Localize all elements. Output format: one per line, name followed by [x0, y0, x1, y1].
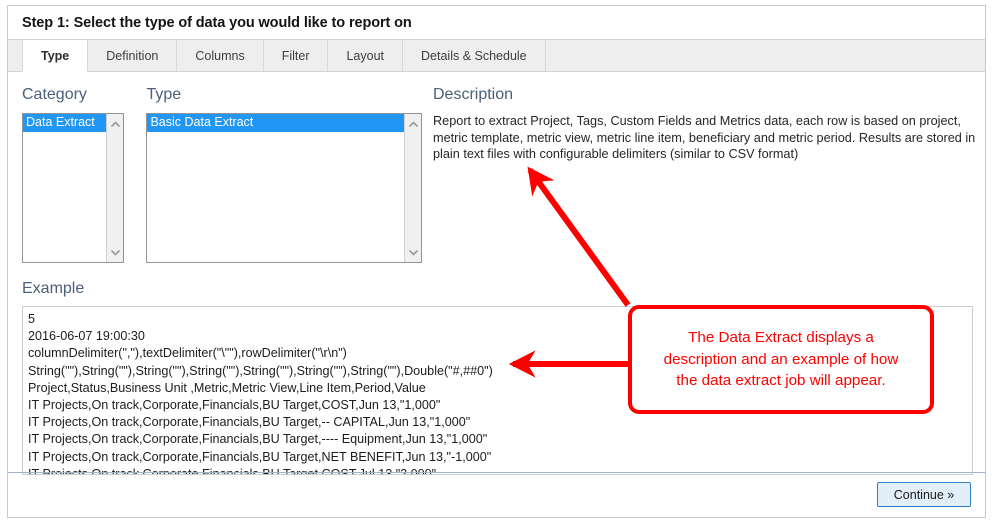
example-line: IT Projects,On track,Corporate,Financial…: [28, 449, 492, 464]
tab-definition[interactable]: Definition: [88, 40, 178, 71]
wizard-panel: Step 1: Select the type of data you woul…: [7, 5, 986, 518]
type-option-basic-data-extract[interactable]: Basic Data Extract: [147, 114, 405, 132]
category-scrollbar[interactable]: [106, 114, 123, 262]
example-line: IT Projects,On track,Corporate,Financial…: [28, 432, 488, 447]
type-options: Basic Data Extract: [147, 114, 405, 262]
example-panel: Example 5 2016-06-07 19:00:30 columnDeli…: [22, 280, 973, 475]
tab-label: Columns: [195, 48, 245, 63]
tab-label: Layout: [346, 48, 385, 63]
description-text: Report to extract Project, Tags, Custom …: [433, 114, 976, 161]
selection-panel: Category Data Extract Type Basic Data Ex…: [22, 86, 423, 263]
wizard-footer: Continue »: [8, 472, 985, 517]
chevron-up-icon[interactable]: [405, 115, 421, 132]
tab-bar: Type Definition Columns Filter Layout De…: [8, 39, 985, 72]
example-line: IT Projects,On track,Corporate,Financial…: [28, 398, 441, 413]
chevron-down-icon[interactable]: [107, 244, 123, 261]
chevron-up-icon[interactable]: [107, 115, 123, 132]
tab-content-type: Category Data Extract Type Basic Data Ex…: [8, 72, 985, 517]
continue-button[interactable]: Continue »: [877, 482, 971, 507]
type-label: Type: [146, 86, 182, 103]
example-output-box: 5 2016-06-07 19:00:30 columnDelimiter(",…: [22, 306, 973, 475]
tab-filter[interactable]: Filter: [264, 40, 329, 71]
tab-label: Filter: [281, 48, 310, 63]
tab-label: Definition: [106, 48, 159, 63]
tab-layout[interactable]: Layout: [328, 40, 404, 71]
example-line: IT Projects,On track,Corporate,Financial…: [28, 415, 471, 430]
type-picker: Type Basic Data Extract: [146, 86, 423, 263]
category-options: Data Extract: [23, 114, 106, 262]
example-line: 2016-06-07 19:00:30: [28, 329, 145, 344]
category-listbox[interactable]: Data Extract: [22, 113, 124, 263]
page-title: Step 1: Select the type of data you woul…: [22, 14, 412, 31]
category-picker: Category Data Extract: [22, 86, 124, 263]
tab-type[interactable]: Type: [22, 40, 89, 72]
tab-details-schedule[interactable]: Details & Schedule: [403, 40, 546, 71]
category-option-data-extract[interactable]: Data Extract: [23, 114, 106, 132]
description-panel: Description Report to extract Project, T…: [433, 86, 981, 163]
type-scrollbar[interactable]: [404, 114, 422, 262]
chevron-down-icon[interactable]: [405, 244, 421, 261]
example-label: Example: [22, 280, 85, 297]
description-label: Description: [433, 86, 514, 103]
type-listbox[interactable]: Basic Data Extract: [146, 113, 423, 263]
example-line: columnDelimiter(","),textDelimiter("\"")…: [28, 346, 347, 361]
wizard-header: Step 1: Select the type of data you woul…: [8, 6, 985, 39]
example-line: String(""),String(""),String(""),String(…: [28, 363, 493, 378]
tab-label: Details & Schedule: [421, 48, 527, 63]
example-line: 5: [28, 312, 36, 326]
tab-label: Type: [41, 48, 70, 63]
category-label: Category: [22, 86, 87, 103]
tab-columns[interactable]: Columns: [177, 40, 264, 71]
example-line: Project,Status,Business Unit ,Metric,Met…: [28, 380, 426, 395]
